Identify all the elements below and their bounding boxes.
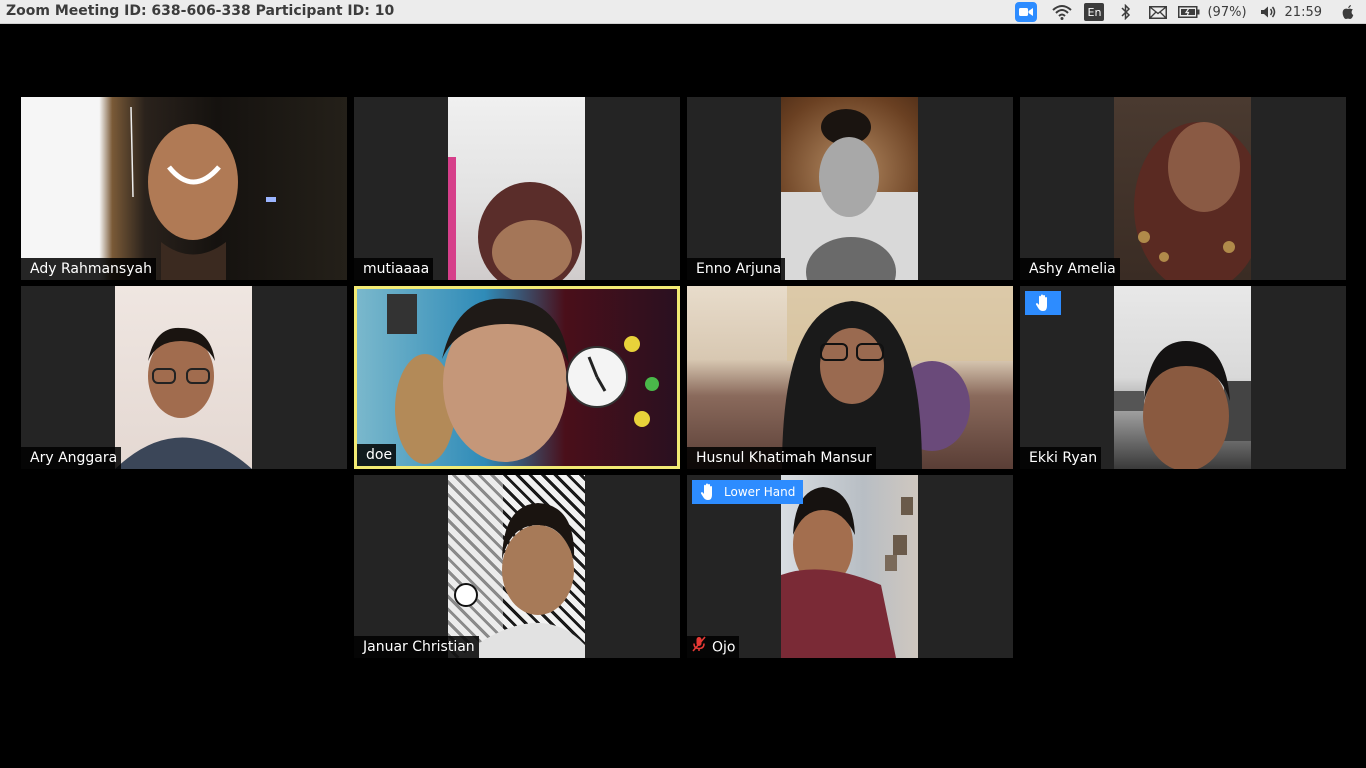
system-tray: En (97%) 21:59 [1015, 0, 1366, 24]
keyboard-layout-indicator[interactable]: En [1077, 0, 1111, 24]
participant-name: Ashy Amelia [1020, 258, 1120, 280]
wifi-icon[interactable] [1047, 0, 1077, 24]
raised-hand-indicator [1025, 291, 1061, 315]
participant-video [448, 475, 585, 658]
muted-microphone-icon [692, 636, 706, 658]
participant-tile-active-speaker[interactable]: doe [354, 286, 680, 469]
power-icon[interactable] [1336, 0, 1360, 24]
participant-tile[interactable]: Lower Hand Ojo [687, 475, 1013, 658]
participant-tile[interactable]: Ashy Amelia [1020, 97, 1346, 280]
participant-name: Ary Anggara [21, 447, 122, 469]
participant-name: Ady Rahmansyah [21, 258, 156, 280]
participant-name: doe [357, 444, 397, 466]
participant-tile[interactable]: Husnul Khatimah Mansur [687, 286, 1013, 469]
participant-video [448, 97, 585, 280]
bluetooth-icon[interactable] [1111, 0, 1141, 24]
window-title: Zoom Meeting ID: 638-606-338 Participant… [6, 3, 395, 19]
participant-video [1114, 286, 1251, 469]
participant-tile[interactable]: Enno Arjuna [687, 97, 1013, 280]
participant-video [687, 286, 1013, 469]
mail-icon[interactable] [1141, 0, 1175, 24]
clock[interactable]: 21:59 [1285, 5, 1322, 20]
participant-video [21, 97, 347, 280]
participant-tile[interactable]: mutiaaaa [354, 97, 680, 280]
participant-name: Ekki Ryan [1020, 447, 1102, 469]
participant-video [357, 289, 677, 466]
system-top-bar: Zoom Meeting ID: 638-606-338 Participant… [0, 0, 1366, 24]
raised-hand-icon [700, 483, 712, 500]
battery-percent: (97%) [1207, 4, 1247, 20]
participant-video [115, 286, 252, 469]
participant-tile[interactable]: Januar Christian [354, 475, 680, 658]
participant-name-bar: Ojo [687, 636, 740, 658]
volume-icon[interactable] [1257, 0, 1281, 24]
participant-video [781, 97, 918, 280]
zoom-icon[interactable] [1015, 2, 1038, 22]
participant-name: Enno Arjuna [687, 258, 786, 280]
participant-name: Husnul Khatimah Mansur [687, 447, 876, 469]
keyboard-layout-label: En [1084, 3, 1105, 21]
participant-tile[interactable]: Ekki Ryan [1020, 286, 1346, 469]
lower-hand-label: Lower Hand [724, 485, 796, 499]
participant-name: Ojo [712, 639, 736, 656]
lower-hand-button[interactable]: Lower Hand [692, 480, 804, 504]
participant-tile[interactable]: Ady Rahmansyah [21, 97, 347, 280]
participant-name: mutiaaaa [354, 258, 434, 280]
raised-hand-icon [1035, 294, 1047, 311]
participant-video [1114, 97, 1251, 280]
participant-name: Januar Christian [354, 636, 479, 658]
participant-tile[interactable]: Ary Anggara [21, 286, 347, 469]
battery-icon[interactable] [1175, 0, 1203, 24]
